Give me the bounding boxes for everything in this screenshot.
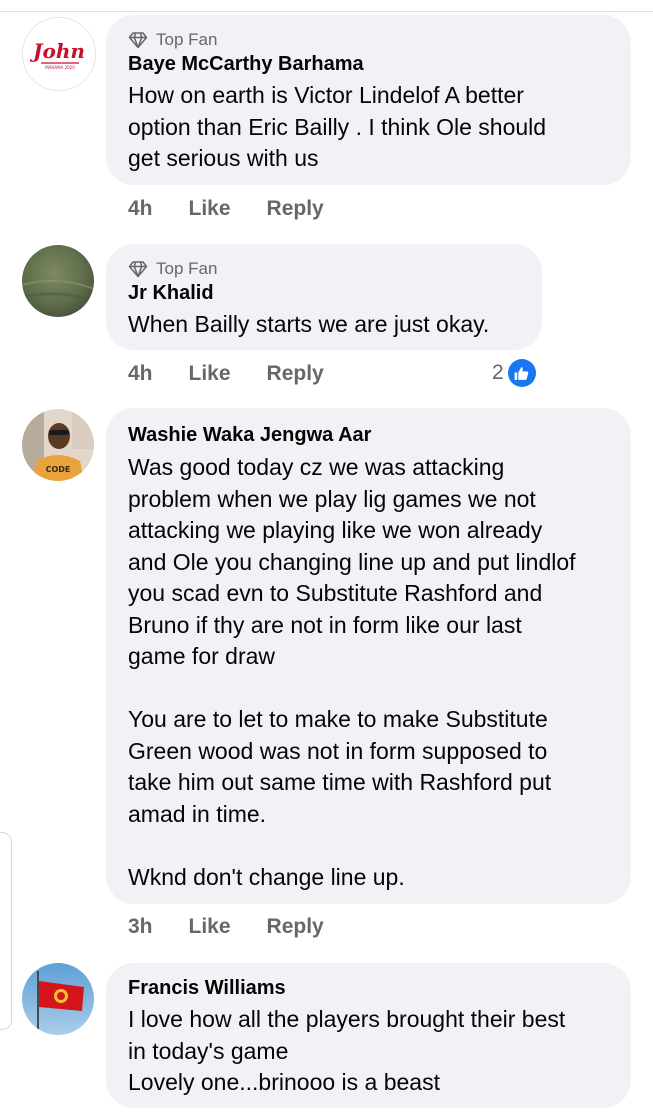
avatar-logo-text: John — [29, 39, 85, 63]
top-divider — [0, 11, 653, 12]
comment-author[interactable]: Jr Khalid — [128, 282, 214, 305]
top-fan-badge: Top Fan — [128, 259, 217, 279]
diamond-icon — [128, 261, 148, 278]
like-button[interactable]: Like — [189, 362, 231, 386]
top-fan-label: Top Fan — [156, 259, 218, 278]
comment-author[interactable]: Baye McCarthy Barhama — [128, 53, 364, 76]
comment-author[interactable]: Washie Waka Jengwa Aar — [128, 424, 371, 447]
comment-text: How on earth is Victor Lindelof A better… — [128, 82, 547, 171]
comment-actions: 4h Like Reply — [128, 359, 360, 389]
avatar-francis-williams[interactable] — [22, 963, 94, 1035]
comment-bubble: Washie Waka Jengwa Aar Was good today cz… — [106, 408, 631, 904]
reply-button[interactable]: Reply — [267, 915, 324, 939]
avatar-jr-khalid[interactable] — [22, 245, 94, 317]
comment-text: Was good today cz we was attacking probl… — [128, 454, 576, 890]
comment-actions: 3h Like Reply — [128, 912, 360, 942]
comment-bubble: Top Fan Jr Khalid When Bailly starts we … — [106, 244, 542, 350]
reply-button[interactable]: Reply — [267, 362, 324, 386]
comment-author[interactable]: Francis Williams — [128, 977, 286, 1000]
avatar-logo-caption: MAHAMA 2020 — [45, 65, 75, 70]
avatar-baye-mccarthy[interactable]: John MAHAMA 2020 — [22, 17, 96, 91]
comment-text: I love how all the players brought their… — [128, 1006, 566, 1095]
top-fan-badge: Top Fan — [128, 30, 217, 50]
comment-text: When Bailly starts we are just okay. — [128, 311, 490, 337]
comment-actions: 4h Like Reply — [128, 194, 360, 224]
reply-button[interactable]: Reply — [267, 197, 324, 221]
like-button[interactable]: Like — [189, 197, 231, 221]
comment-timestamp[interactable]: 4h — [128, 197, 153, 221]
thumbs-up-icon — [507, 359, 536, 387]
comment-bubble: Francis Williams I love how all the play… — [106, 963, 631, 1108]
comment-timestamp[interactable]: 4h — [128, 362, 153, 386]
like-button[interactable]: Like — [189, 915, 231, 939]
side-panel-edge — [0, 832, 12, 1030]
avatar-shirt-text: CODE — [46, 465, 71, 474]
avatar-washie-waka[interactable]: CODE — [22, 409, 94, 481]
top-fan-label: Top Fan — [156, 30, 218, 49]
reaction-summary[interactable]: 2 — [492, 359, 536, 387]
comment-timestamp[interactable]: 3h — [128, 915, 153, 939]
reaction-count: 2 — [492, 361, 504, 384]
comment-bubble: Top Fan Baye McCarthy Barhama How on ear… — [106, 15, 631, 185]
diamond-icon — [128, 32, 148, 49]
